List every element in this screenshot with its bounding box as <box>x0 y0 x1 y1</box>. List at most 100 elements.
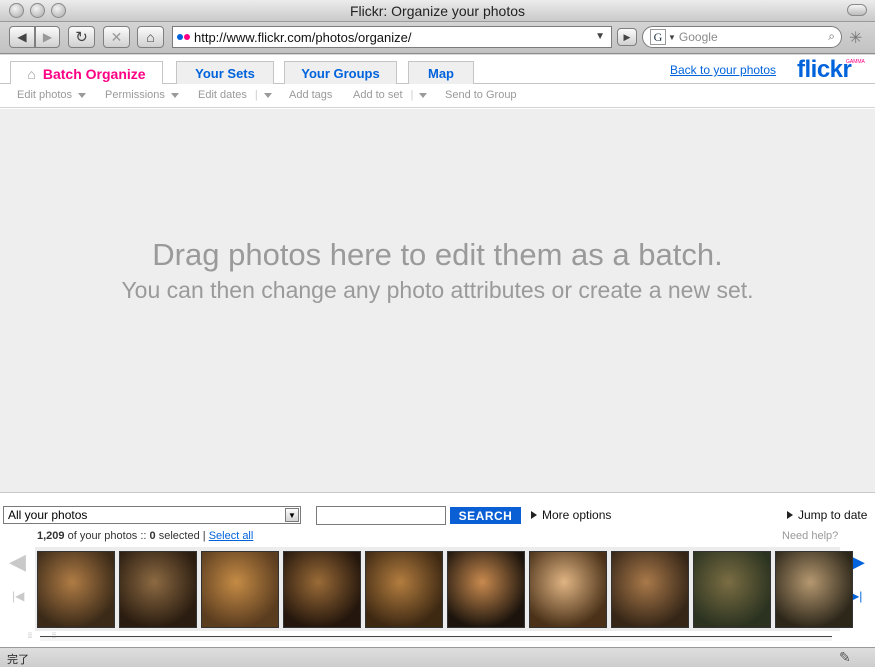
photo-count: 1,209 of your photos :: 0 selected | Sel… <box>37 530 253 542</box>
search-engine-icon[interactable]: G <box>650 29 666 45</box>
jump-to-date-label: Jump to date <box>798 508 868 522</box>
batch-action-bar: Edit photos Permissions Edit dates | Add… <box>0 84 875 108</box>
menu-label: Send to Group <box>445 89 517 101</box>
add-tags-button[interactable]: Add tags <box>289 89 332 101</box>
stop-button[interactable]: ✕ <box>103 26 130 48</box>
permissions-menu[interactable]: Permissions <box>105 89 179 101</box>
photo-thumbnail-5[interactable] <box>365 551 443 628</box>
reload-button[interactable]: ↻ <box>68 26 95 48</box>
selected-count: 0 <box>149 530 156 542</box>
reload-icon: ↻ <box>75 29 88 46</box>
divider: | <box>410 89 414 101</box>
disclosure-triangle-icon <box>531 511 537 519</box>
prev-icon[interactable]: ◀ <box>9 549 26 575</box>
stop-icon: ✕ <box>110 28 123 45</box>
tab-label: Map <box>428 65 454 81</box>
photo-picker: All your photos ▼ SEARCH More options Ju… <box>0 492 875 647</box>
chevron-down-icon: ▼ <box>285 508 299 522</box>
menu-label: Permissions <box>105 89 165 101</box>
photo-thumbnail-4[interactable] <box>283 551 361 628</box>
url-text: http://www.flickr.com/photos/organize/ <box>194 29 412 45</box>
chevron-down-icon <box>263 92 272 98</box>
menu-label: Add to set <box>353 89 403 101</box>
tab-your-groups[interactable]: Your Groups <box>284 61 397 84</box>
window-title: Flickr: Organize your photos <box>349 3 526 19</box>
chevron-down-icon <box>419 92 428 98</box>
batch-subline: You can then change any photo attributes… <box>121 277 754 303</box>
back-icon: ◀ <box>17 30 27 44</box>
chevron-down-icon <box>78 92 87 98</box>
tab-map[interactable]: Map <box>408 61 474 84</box>
divider: | <box>254 89 258 101</box>
select-value: All your photos <box>8 508 88 522</box>
menu-label: Add tags <box>289 89 333 101</box>
organizer-tabs: ⌂ Batch Organize Your Sets Your Groups M… <box>0 55 875 85</box>
jump-to-date-toggle[interactable]: Jump to date <box>787 508 867 522</box>
add-to-set-menu[interactable]: Add to set | <box>353 89 428 101</box>
photo-thumbnail-1[interactable] <box>37 551 115 628</box>
search-input[interactable]: G ▼ Google ⌕ <box>642 26 842 48</box>
tab-label: Your Sets <box>195 65 255 81</box>
menu-label: Edit dates <box>198 89 247 101</box>
home-button[interactable]: ⌂ <box>137 26 164 48</box>
more-options-toggle[interactable]: More options <box>531 508 611 522</box>
photo-count-suffix: of your photos :: <box>67 530 147 542</box>
resize-grip-left[interactable]: ⁞⁞ <box>28 633 40 641</box>
status-text: 完了 <box>7 654 29 666</box>
photo-thumbnail-9[interactable] <box>693 551 771 628</box>
forward-icon: ▶ <box>42 30 53 44</box>
tab-your-sets[interactable]: Your Sets <box>176 61 274 84</box>
batch-drop-zone[interactable]: Drag photos here to edit them as a batch… <box>0 109 875 492</box>
edit-photos-menu[interactable]: Edit photos <box>17 89 87 101</box>
send-to-group-button[interactable]: Send to Group <box>445 89 517 101</box>
photo-thumbnail-6[interactable] <box>447 551 525 628</box>
menu-label: Edit photos <box>17 89 73 101</box>
status-bar: 完了 ✎ <box>0 647 875 667</box>
photo-strip-scrollbar[interactable] <box>40 636 832 641</box>
search-icon: ⌕ <box>828 29 835 43</box>
more-options-label: More options <box>542 508 612 522</box>
selected-suffix: selected | <box>158 530 206 542</box>
window-titlebar: Flickr: Organize your photos <box>0 0 875 22</box>
search-button[interactable]: SEARCH <box>450 507 521 524</box>
disclosure-triangle-icon <box>787 511 793 519</box>
tab-label: Batch Organize <box>42 65 146 82</box>
home-tab-icon: ⌂ <box>27 65 36 82</box>
batch-headline: Drag photos here to edit them as a batch… <box>152 237 723 272</box>
search-engine-menu-icon[interactable]: ▼ <box>668 33 676 42</box>
photo-strip <box>35 547 853 631</box>
forward-button[interactable]: ▶ <box>35 26 60 48</box>
tab-batch-organize[interactable]: ⌂ Batch Organize <box>10 61 163 85</box>
address-bar[interactable]: http://www.flickr.com/photos/organize/ ▼ <box>172 26 612 48</box>
back-button[interactable]: ◀ <box>9 26 35 48</box>
edit-icon[interactable]: ✎ <box>839 649 851 666</box>
url-history-arrow-icon[interactable]: ▼ <box>595 31 605 42</box>
photo-filter-select[interactable]: All your photos ▼ <box>3 506 301 524</box>
photo-search-input[interactable] <box>316 506 446 525</box>
logo-text: flickr <box>797 56 852 83</box>
flickr-logo[interactable]: flickr <box>797 56 852 84</box>
flickr-favicon <box>177 34 190 40</box>
need-help-link[interactable]: Need help? <box>782 530 838 542</box>
photo-thumbnail-3[interactable] <box>201 551 279 628</box>
tab-label: Your Groups <box>301 65 380 81</box>
search-placeholder: Google <box>678 30 718 44</box>
select-all-link[interactable]: Select all <box>209 530 254 542</box>
rss-button[interactable]: ▶ <box>617 28 637 46</box>
photo-thumbnail-7[interactable] <box>529 551 607 628</box>
back-to-photos-link[interactable]: Back to your photos <box>670 63 776 77</box>
photo-thumbnail-10[interactable] <box>775 551 853 628</box>
logo-badge: GAMMA <box>846 59 865 65</box>
flickr-organizer-page: ⌂ Batch Organize Your Sets Your Groups M… <box>0 55 875 647</box>
first-icon[interactable]: |◀ <box>12 589 24 603</box>
rss-icon: ▶ <box>623 31 631 42</box>
spinner-icon: ✳ <box>849 30 863 47</box>
photo-thumbnail-2[interactable] <box>119 551 197 628</box>
photo-count-number: 1,209 <box>37 530 65 542</box>
chevron-down-icon <box>170 92 179 98</box>
resize-grip-right[interactable]: ⁞⁞ <box>52 633 64 641</box>
photo-thumbnail-8[interactable] <box>611 551 689 628</box>
browser-toolbar: ◀ ▶ ↻ ✕ ⌂ http://www.flickr.com/photos/o… <box>0 22 875 54</box>
edit-dates-menu[interactable]: Edit dates | <box>198 89 272 101</box>
toolbar-toggle-button[interactable] <box>847 4 867 16</box>
